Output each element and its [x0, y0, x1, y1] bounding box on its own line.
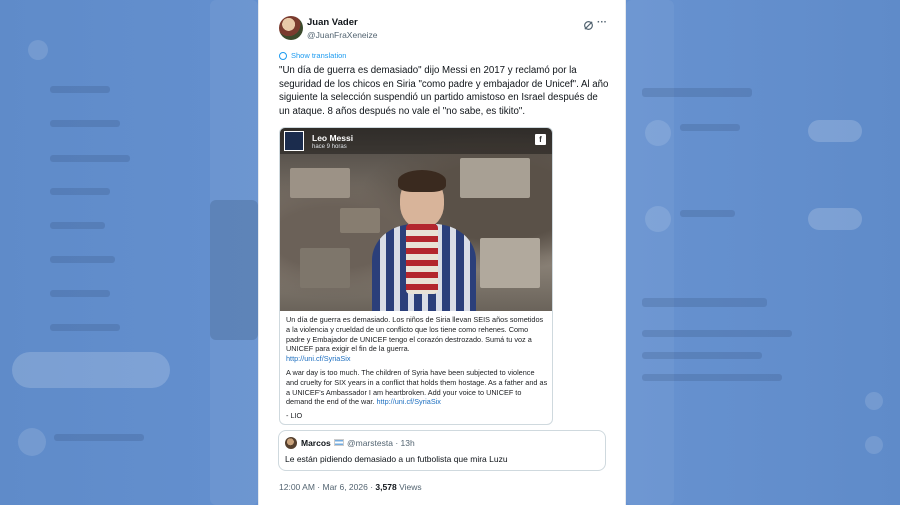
signature: - LIO — [286, 411, 303, 421]
more-icon[interactable]: ··· — [597, 17, 607, 28]
argentina-flag-icon — [334, 439, 344, 446]
spanish-link: http://uni.cf/SyriaSix — [286, 354, 351, 364]
quote-text: Le están pidiendo demasiado a un futboli… — [285, 454, 508, 464]
globe-icon — [279, 51, 287, 60]
tweet-text: "Un día de guerra es demasiado" dijo Mes… — [279, 65, 609, 117]
english-link: http://uni.cf/SyriaSix — [376, 397, 441, 407]
spanish-text: Un día de guerra es demasiado. Los niños… — [286, 315, 544, 354]
avatar[interactable] — [285, 437, 297, 449]
facebook-avatar — [284, 131, 304, 151]
quote-author-name[interactable]: Marcos — [301, 438, 331, 448]
facebook-post-time: hace 9 horas — [312, 144, 347, 150]
facebook-icon: f — [535, 134, 546, 145]
facebook-post-text: Un día de guerra es demasiado. Los niños… — [286, 315, 548, 424]
avatar[interactable] — [279, 16, 303, 40]
tweet-date[interactable]: Mar 6, 2026 — [322, 482, 367, 492]
grok-icon[interactable] — [583, 20, 594, 34]
facebook-page-name: Leo Messi — [312, 133, 354, 143]
quote-handle-time: @marstesta · 13h — [347, 438, 415, 448]
tweet-header: Juan Vader @JuanFraXeneize ··· — [279, 14, 609, 44]
tweet-meta: 12:00 AM · Mar 6, 2026 · 3,578 Views — [279, 482, 422, 492]
show-translation-link[interactable]: Show translation — [279, 51, 346, 60]
quoted-reply[interactable]: Marcos @marstesta · 13h Le están pidiend… — [278, 430, 606, 471]
author-handle[interactable]: @JuanFraXeneize — [307, 30, 378, 40]
tweet-time[interactable]: 12:00 AM — [279, 482, 315, 492]
show-translation-label: Show translation — [291, 51, 347, 60]
embedded-image[interactable]: Leo Messi hace 9 horas f Un día de guerr… — [279, 127, 553, 425]
views-label: Views — [399, 482, 422, 492]
views-count: 3,578 — [375, 482, 397, 492]
photo: Leo Messi hace 9 horas f — [280, 128, 552, 311]
author-name[interactable]: Juan Vader — [307, 17, 358, 28]
